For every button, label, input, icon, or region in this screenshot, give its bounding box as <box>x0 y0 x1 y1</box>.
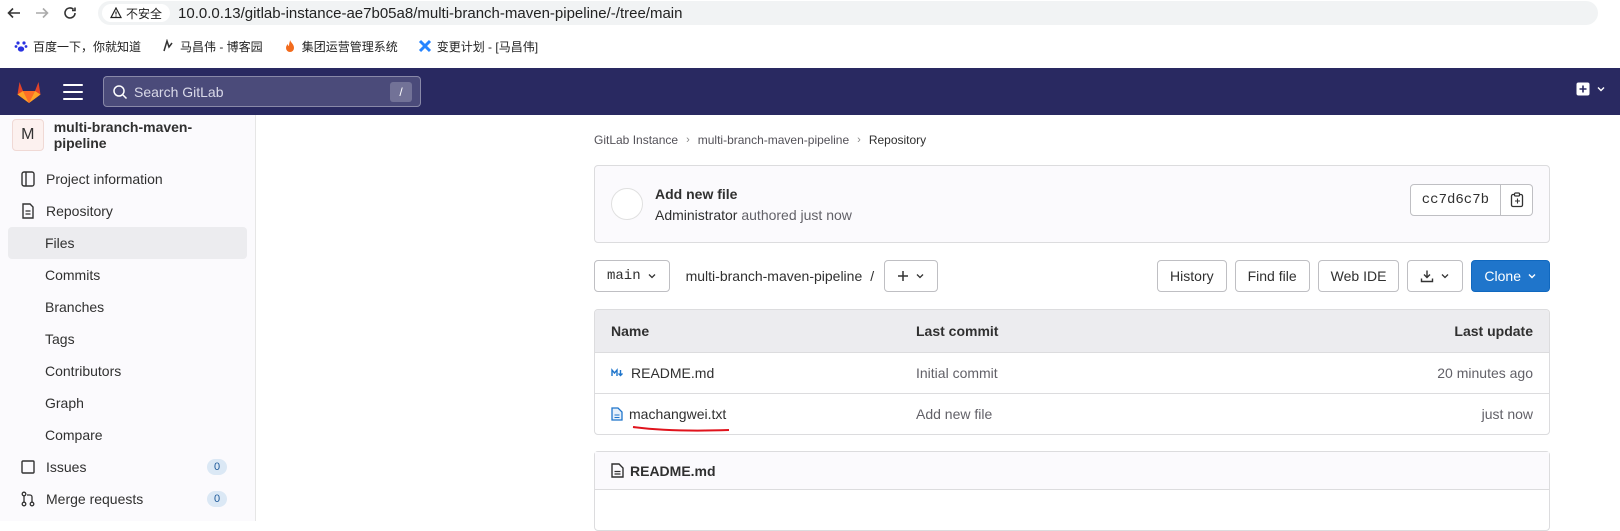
commit-meta: Administrator authored just now <box>655 206 852 223</box>
search-shortcut-key: / <box>390 81 412 102</box>
clipboard-icon <box>1510 192 1523 208</box>
history-button[interactable]: History <box>1157 260 1227 292</box>
sidebar-item-compare[interactable]: Compare <box>0 419 255 451</box>
repository-icon <box>20 203 36 219</box>
sidebar-item-merge-requests[interactable]: Merge requests 0 <box>0 483 255 515</box>
commit-author[interactable]: Administrator <box>655 207 737 223</box>
repo-toolbar: main multi-branch-maven-pipeline / Histo… <box>594 259 1550 293</box>
red-annotation-underline <box>632 426 730 432</box>
sidebar-project-header[interactable]: M multi-branch-maven-pipeline <box>0 115 255 155</box>
find-file-button[interactable]: Find file <box>1234 260 1310 292</box>
sidebar-item-graph[interactable]: Graph <box>0 387 255 419</box>
chevron-down-icon <box>1528 274 1536 279</box>
gitlab-logo-icon[interactable] <box>15 78 43 106</box>
warning-triangle-icon <box>110 7 122 19</box>
merge-requests-count-badge: 0 <box>207 491 227 507</box>
new-item-dropdown[interactable] <box>1576 82 1606 96</box>
table-row: README.md Initial commit 20 minutes ago <box>595 352 1549 393</box>
breadcrumb-repository[interactable]: Repository <box>869 133 926 147</box>
copy-sha-button[interactable] <box>1501 184 1533 216</box>
add-to-tree-button[interactable] <box>884 260 939 292</box>
search-input[interactable] <box>134 83 390 100</box>
table-row: machangwei.txt Add new file just now <box>595 393 1549 434</box>
file-icon <box>611 407 623 421</box>
chevron-down-icon <box>1441 274 1449 279</box>
address-bar[interactable]: 不安全 10.0.0.13/gitlab-instance-ae7b05a8/m… <box>98 1 1598 25</box>
project-info-icon <box>20 171 36 187</box>
chevron-down-icon <box>648 274 656 279</box>
commit-sha[interactable]: cc7d6c7b <box>1409 184 1501 216</box>
file-link-readme[interactable]: README.md <box>631 365 714 381</box>
row-commit-message[interactable]: Initial commit <box>916 365 1349 381</box>
readme-title[interactable]: README.md <box>630 463 716 479</box>
clone-button[interactable]: Clone <box>1471 260 1550 292</box>
breadcrumb-chevron-icon: › <box>686 134 690 146</box>
issues-count-badge: 0 <box>207 459 227 475</box>
bookmarks-bar: 百度一下，你就知道 马昌伟 - 博客园 集团运营管理系统 变更计划 - [马昌伟… <box>0 32 1620 60</box>
download-button[interactable] <box>1407 260 1464 292</box>
file-icon <box>611 463 624 478</box>
table-header: Name Last commit Last update <box>595 310 1549 352</box>
bookmark-ops-system[interactable]: 集团运营管理系统 <box>283 38 398 55</box>
sidebar-item-commits[interactable]: Commits <box>0 259 255 291</box>
merge-request-icon <box>20 491 36 507</box>
download-icon <box>1421 270 1434 283</box>
row-commit-message[interactable]: Add new file <box>916 406 1349 422</box>
sidebar-nav: Project information Repository Files Com… <box>0 163 255 515</box>
bookmark-cnblogs[interactable]: 马昌伟 - 博客园 <box>161 38 263 55</box>
forward-arrow-icon[interactable] <box>28 2 56 24</box>
chevron-down-icon <box>916 274 924 279</box>
plus-icon <box>898 271 909 281</box>
plus-square-icon <box>1576 82 1590 96</box>
breadcrumb-project[interactable]: multi-branch-maven-pipeline <box>698 133 849 147</box>
gitlab-header: / <box>0 68 1620 115</box>
markdown-icon <box>611 368 623 377</box>
sidebar-item-files[interactable]: Files <box>8 227 247 259</box>
back-arrow-icon[interactable] <box>0 2 28 24</box>
bookmark-change-plan[interactable]: 变更计划 - [马昌伟] <box>418 38 538 55</box>
bookmark-baidu[interactable]: 百度一下，你就知道 <box>14 38 141 55</box>
file-link-machangwei[interactable]: machangwei.txt <box>629 406 726 422</box>
path-separator: / <box>870 268 875 284</box>
row-updated: 20 minutes ago <box>1437 365 1533 381</box>
readme-header: README.md <box>595 452 1549 490</box>
breadcrumb-instance[interactable]: GitLab Instance <box>594 133 678 147</box>
last-commit-panel: Add new file Administrator authored just… <box>594 165 1550 243</box>
files-table: Name Last commit Last update README.md I… <box>594 309 1550 435</box>
row-updated: just now <box>1481 406 1533 422</box>
url-text[interactable]: 10.0.0.13/gitlab-instance-ae7b05a8/multi… <box>178 5 682 22</box>
breadcrumb: GitLab Instance › multi-branch-maven-pip… <box>594 115 1550 165</box>
chevron-down-icon <box>1597 87 1605 92</box>
security-chip[interactable]: 不安全 <box>102 4 171 22</box>
flame-icon <box>285 40 294 52</box>
search-box[interactable]: / <box>103 76 421 107</box>
sidebar-item-contributors[interactable]: Contributors <box>0 355 255 387</box>
issues-icon <box>20 459 36 475</box>
project-sidebar: M multi-branch-maven-pipeline Project in… <box>0 115 256 521</box>
project-name: multi-branch-maven-pipeline <box>53 119 193 151</box>
baidu-paw-icon <box>14 41 28 52</box>
menu-hamburger-icon[interactable] <box>63 83 83 100</box>
cnblogs-icon <box>163 39 173 52</box>
project-avatar: M <box>12 119 44 151</box>
sidebar-item-repository[interactable]: Repository <box>0 195 255 227</box>
repo-path-link[interactable]: multi-branch-maven-pipeline <box>686 268 863 284</box>
avatar[interactable] <box>611 188 643 220</box>
sidebar-item-branches[interactable]: Branches <box>0 291 255 323</box>
security-label: 不安全 <box>126 6 163 21</box>
web-ide-button[interactable]: Web IDE <box>1317 260 1400 292</box>
branch-switcher-button[interactable]: main <box>594 260 670 292</box>
search-icon <box>113 84 128 99</box>
main-content: GitLab Instance › multi-branch-maven-pip… <box>594 115 1550 531</box>
sidebar-item-tags[interactable]: Tags <box>0 323 255 355</box>
breadcrumb-chevron-icon: › <box>857 134 861 146</box>
sidebar-item-issues[interactable]: Issues 0 <box>0 451 255 483</box>
browser-toolbar: 不安全 10.0.0.13/gitlab-instance-ae7b05a8/m… <box>0 0 1620 26</box>
reload-icon[interactable] <box>56 2 84 24</box>
sidebar-item-project-information[interactable]: Project information <box>0 163 255 195</box>
jira-icon <box>418 39 431 53</box>
readme-panel: README.md <box>594 451 1550 531</box>
commit-title[interactable]: Add new file <box>655 186 852 202</box>
